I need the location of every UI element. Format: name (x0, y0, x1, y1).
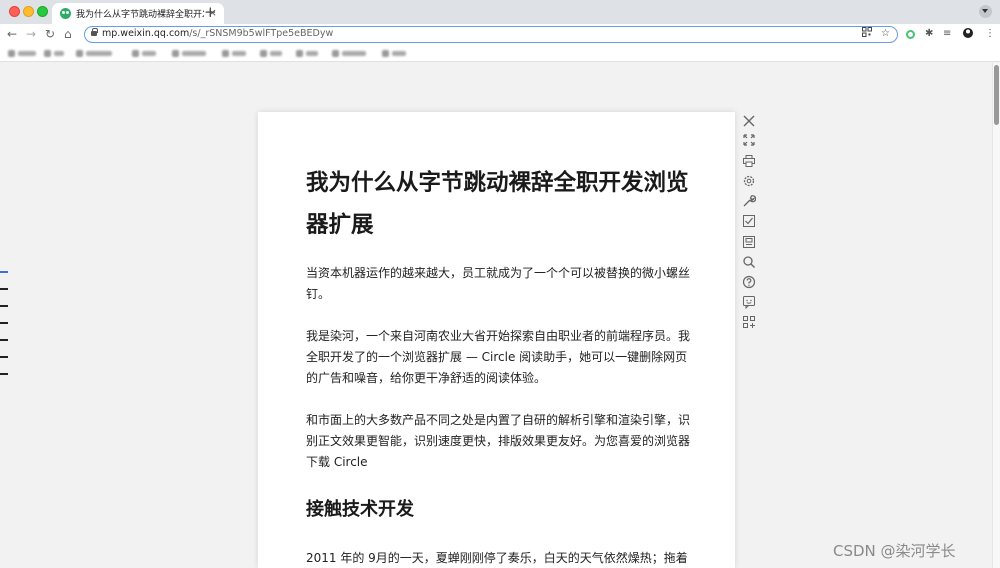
bookmark-item[interactable] (132, 49, 156, 57)
outline-marker[interactable] (0, 356, 8, 358)
profile-icon[interactable] (962, 27, 974, 44)
bookmark-item[interactable] (76, 49, 112, 57)
save-icon[interactable] (740, 233, 758, 251)
close-icon[interactable] (740, 112, 758, 130)
qr-code-icon[interactable] (862, 27, 872, 41)
bookmark-item[interactable] (8, 49, 36, 57)
wechat-favicon-icon (60, 8, 71, 19)
bookmark-item[interactable] (222, 49, 246, 57)
outline-marker[interactable] (0, 305, 8, 307)
url-path: /s/_rSNSM9b5wlFTpe5eBEDyw (189, 28, 334, 39)
star-icon[interactable]: ☆ (881, 27, 890, 40)
article-paragraph: 2011 年的 9月的一天，夏蝉刚刚停了奏乐，白天的天气依然燥热；拖着 (306, 551, 688, 565)
reload-button[interactable]: ↻ (45, 25, 55, 43)
bookmark-item[interactable] (172, 49, 206, 57)
article-paragraph: 和市面上的大多数产品不同之处是内置了自研的解析引擎和渲染引擎，识别正文效果更智能… (306, 413, 691, 469)
section-heading: 接触技术开发 (306, 499, 414, 520)
back-button[interactable]: ← (7, 25, 17, 43)
home-button[interactable]: ⌂ (64, 25, 72, 43)
print-icon[interactable] (740, 152, 758, 170)
outline-marker[interactable] (0, 322, 8, 324)
bookmark-item[interactable] (332, 49, 366, 57)
outline-marker[interactable] (0, 288, 8, 290)
browser-toolbar: ← → ↻ ⌂ mp.weixin.qq.com/s/_rSNSM9b5wlFT… (0, 24, 1000, 44)
forward-button[interactable]: → (26, 25, 36, 43)
puzzle-icon[interactable]: ✱ (925, 27, 933, 41)
search-icon[interactable] (740, 253, 758, 271)
lock-icon[interactable] (91, 28, 98, 36)
article-paragraph: 我是染河，一个来自河南农业大省开始探索自由职业者的前端程序员。我全职开发了的一个… (306, 329, 691, 385)
reader-article: 我为什么从字节跳动裸辞全职开发浏览器扩展 当资本机器运作的越来越大，员工就成为了… (258, 112, 735, 568)
bookmark-item[interactable] (44, 49, 64, 57)
scrollbar-thumb[interactable] (994, 65, 999, 125)
tab-search-icon[interactable] (979, 5, 992, 18)
tab-strip: 我为什么从字节跳动裸辞全职开发浏览器扩展 × + (0, 0, 1000, 24)
bookmark-item[interactable] (296, 49, 318, 57)
circle-extension-icon[interactable] (906, 30, 915, 39)
url-text[interactable]: mp.weixin.qq.com/s/_rSNSM9b5wlFTpe5eBEDy… (102, 28, 333, 39)
kebab-menu-icon[interactable]: ⋮ (985, 27, 995, 41)
active-tab[interactable]: 我为什么从字节跳动裸辞全职开发浏览器扩展 × (52, 3, 224, 24)
checklist-icon[interactable] (740, 212, 758, 230)
article-paragraph: 当资本机器运作的越来越大，员工就成为了一个个可以被替换的微小螺丝钉。 (306, 266, 691, 301)
bookmark-item[interactable] (260, 49, 282, 57)
tab-title: 我为什么从字节跳动裸辞全职开发浏览器扩展 (76, 10, 204, 20)
fullscreen-icon[interactable] (740, 131, 758, 149)
wrench-icon[interactable] (740, 192, 758, 210)
page-viewport: 我为什么从字节跳动裸辞全职开发浏览器扩展 当资本机器运作的越来越大，员工就成为了… (0, 63, 992, 568)
bookmark-item[interactable] (382, 49, 406, 57)
close-window-button[interactable] (9, 6, 20, 17)
new-tab-button[interactable]: + (204, 3, 217, 21)
outline-marker[interactable] (0, 373, 8, 375)
outline-marker[interactable] (0, 339, 8, 341)
vertical-scrollbar[interactable] (992, 63, 1000, 568)
article-title: 我为什么从字节跳动裸辞全职开发浏览器扩展 (306, 170, 689, 238)
settings-icon[interactable] (740, 172, 758, 190)
address-bar[interactable]: mp.weixin.qq.com/s/_rSNSM9b5wlFTpe5eBEDy… (84, 26, 898, 43)
reading-list-icon[interactable]: ≡ (943, 27, 951, 41)
maximize-window-button[interactable] (37, 6, 48, 17)
feedback-icon[interactable] (740, 293, 758, 311)
help-icon[interactable] (740, 273, 758, 291)
minimize-window-button[interactable] (23, 6, 34, 17)
url-host: mp.weixin.qq.com (102, 28, 190, 39)
watermark: CSDN @染河学长 (833, 542, 956, 560)
bookmarks-bar (0, 44, 1000, 62)
apps-icon[interactable] (740, 313, 758, 331)
outline-marker-active[interactable] (0, 271, 8, 273)
